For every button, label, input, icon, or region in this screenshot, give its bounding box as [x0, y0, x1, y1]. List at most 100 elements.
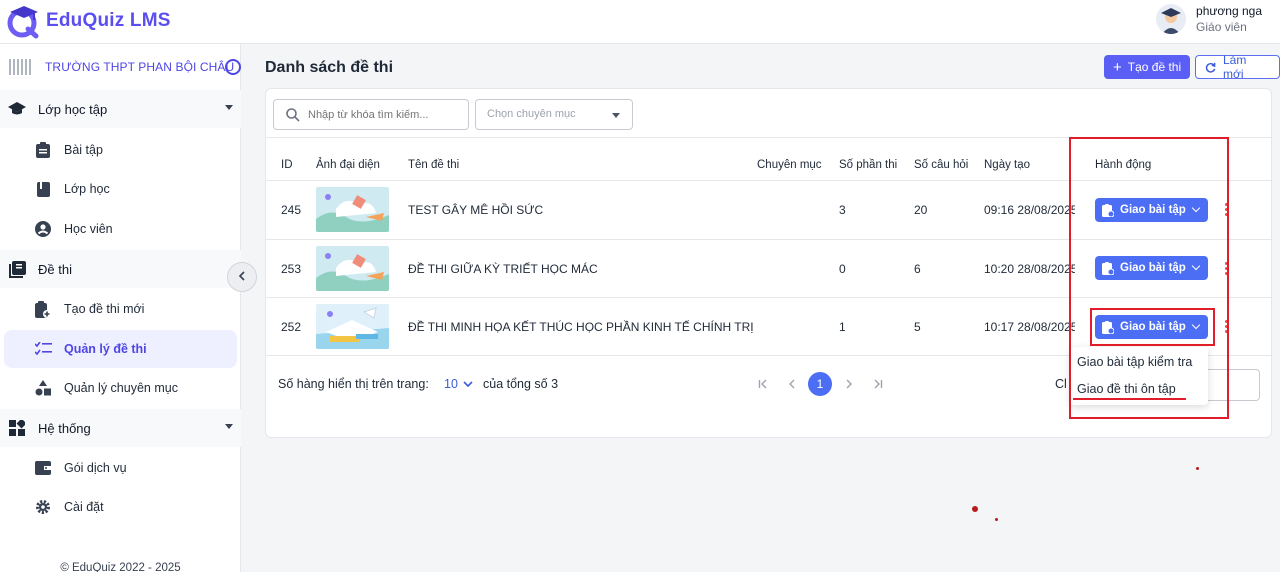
category-select[interactable]: Chọn chuyên mục [475, 99, 633, 130]
column-header-name: Tên đề thi [408, 159, 460, 171]
dashboard-icon [8, 419, 26, 437]
exam-thumbnail [316, 187, 389, 232]
app-logo[interactable]: EduQuiz LMS [6, 3, 171, 39]
user-name: phương nga [1196, 4, 1262, 18]
column-header-id: ID [281, 159, 293, 171]
sidebar-footer: © EduQuiz 2022 - 2025 [60, 562, 181, 572]
sidebar-item-students[interactable]: Học viên [0, 210, 241, 248]
column-header-category: Chuyên mục [757, 159, 822, 171]
shapes-icon [34, 379, 52, 397]
avatar [1156, 4, 1187, 34]
rows-per-page-select[interactable]: 10 [444, 377, 473, 391]
sidebar-item-service-plans[interactable]: Gói dịch vụ [0, 449, 241, 487]
switch-school-icon[interactable] [225, 59, 241, 75]
chevron-down-icon [463, 380, 473, 388]
page-button-current[interactable]: 1 [808, 372, 832, 396]
created-date: 10:17 28/08/2025 [984, 320, 1075, 334]
nav-group-label: Hệ thống [38, 420, 91, 436]
sidebar-item-classes[interactable]: Lớp học [0, 170, 241, 208]
total-count-label: của tổng số 3 [483, 377, 559, 391]
last-page-icon [873, 379, 883, 389]
app-title: EduQuiz LMS [46, 10, 171, 31]
school-selector[interactable]: TRƯỜNG THPT PHAN BỘI CHÂU [0, 52, 241, 82]
sidebar-item-label: Gói dịch vụ [64, 461, 127, 475]
refresh-icon [1205, 62, 1216, 73]
sidebar-item-assignments[interactable]: Bài tập [0, 131, 241, 169]
nav-group-system[interactable]: Hệ thống [0, 409, 241, 447]
column-header-sections: Số phần thi [839, 159, 898, 171]
chevron-left-icon [788, 379, 796, 389]
sidebar-item-manage-exams[interactable]: Quản lý đề thi [4, 330, 237, 368]
annotation-underline [1073, 398, 1186, 400]
refresh-label: Làm mới [1223, 53, 1247, 81]
created-date: 10:20 28/08/2025 [984, 262, 1075, 276]
column-header-thumbnail: Ảnh đại diện [316, 159, 380, 171]
exam-name[interactable]: TEST GÂY MÊ HỒI SỨC [408, 203, 543, 217]
user-circle-icon [34, 220, 52, 238]
annotation-box-actions-column [1069, 137, 1229, 419]
question-count: 6 [914, 262, 921, 276]
chevron-right-icon [845, 379, 853, 389]
next-page-button[interactable] [837, 372, 861, 396]
nav-group-exams[interactable]: Đề thi [0, 250, 241, 288]
school-logo [9, 59, 31, 75]
create-exam-button[interactable]: + Tạo đề thi [1104, 55, 1191, 79]
search-box[interactable] [273, 99, 469, 130]
book-icon [34, 180, 52, 198]
search-icon [286, 107, 300, 122]
rows-per-page-value: 10 [444, 377, 458, 391]
exam-thumbnail [316, 246, 389, 291]
row-id: 253 [281, 262, 302, 276]
sidebar-item-label: Cài đặt [64, 500, 104, 514]
exam-name[interactable]: ĐỀ THI GIỮA KỲ TRIẾT HỌC MÁC [408, 262, 598, 276]
exam-name[interactable]: ĐỀ THI MINH HỌA KẾT THÚC HỌC PHẦN KINH T… [408, 320, 754, 334]
collapse-sidebar-button[interactable] [227, 262, 257, 292]
created-date: 09:16 28/08/2025 [984, 203, 1075, 217]
last-page-button[interactable] [866, 372, 890, 396]
sidebar-item-manage-categories[interactable]: Quản lý chuyên mục [0, 369, 241, 407]
column-header-questions: Số câu hỏi [914, 159, 969, 171]
row-id: 252 [281, 320, 302, 334]
sidebar-item-label: Lớp học [64, 182, 110, 196]
sidebar-item-label: Học viên [64, 222, 113, 236]
rows-per-page-label: Số hàng hiển thị trên trang: [278, 377, 429, 391]
logo-icon [6, 3, 40, 39]
question-count: 20 [914, 203, 928, 217]
nav-group-classes[interactable]: Lớp học tập [0, 90, 241, 128]
annotation-dot [972, 506, 978, 512]
graduation-cap-icon [8, 100, 26, 118]
question-count: 5 [914, 320, 921, 334]
user-role: Giáo viên [1196, 20, 1247, 34]
page-title: Danh sách đề thi [265, 59, 394, 76]
exam-thumbnail [316, 304, 389, 349]
nav-group-label: Đề thi [38, 261, 72, 277]
sidebar-item-create-exam[interactable]: Tạo đề thi mới [0, 290, 241, 328]
chevron-left-icon [237, 268, 247, 286]
user-menu[interactable]: phương nga Giáo viên [1156, 4, 1262, 34]
create-exam-label: Tạo đề thi [1127, 60, 1182, 74]
first-page-button[interactable] [751, 372, 775, 396]
chevron-down-icon [225, 424, 233, 429]
section-count: 0 [839, 262, 846, 276]
category-placeholder: Chọn chuyên mục [487, 108, 576, 120]
refresh-button[interactable]: Làm mới [1195, 53, 1280, 81]
search-input[interactable] [308, 108, 458, 121]
exam-book-icon [8, 260, 26, 278]
first-page-icon [758, 379, 768, 389]
go-to-page-label: Cl [1055, 377, 1067, 391]
section-count: 1 [839, 320, 846, 334]
plus-icon: + [1113, 58, 1122, 76]
checklist-icon [34, 340, 52, 358]
top-bar: EduQuiz LMS phương nga Giáo viên [0, 0, 1280, 44]
sidebar-item-label: Bài tập [64, 143, 103, 157]
row-id: 245 [281, 203, 302, 217]
sidebar-item-label: Quản lý đề thi [64, 342, 147, 356]
annotation-box-assign-button [1090, 308, 1215, 346]
annotation-dot [1196, 467, 1199, 470]
prev-page-button[interactable] [780, 372, 804, 396]
column-header-created: Ngày tạo [984, 159, 1031, 171]
sidebar-item-label: Tạo đề thi mới [64, 302, 145, 316]
wallet-icon [34, 459, 52, 477]
nav-group-label: Lớp học tập [38, 101, 108, 117]
sidebar-item-settings[interactable]: Cài đặt [0, 488, 241, 526]
